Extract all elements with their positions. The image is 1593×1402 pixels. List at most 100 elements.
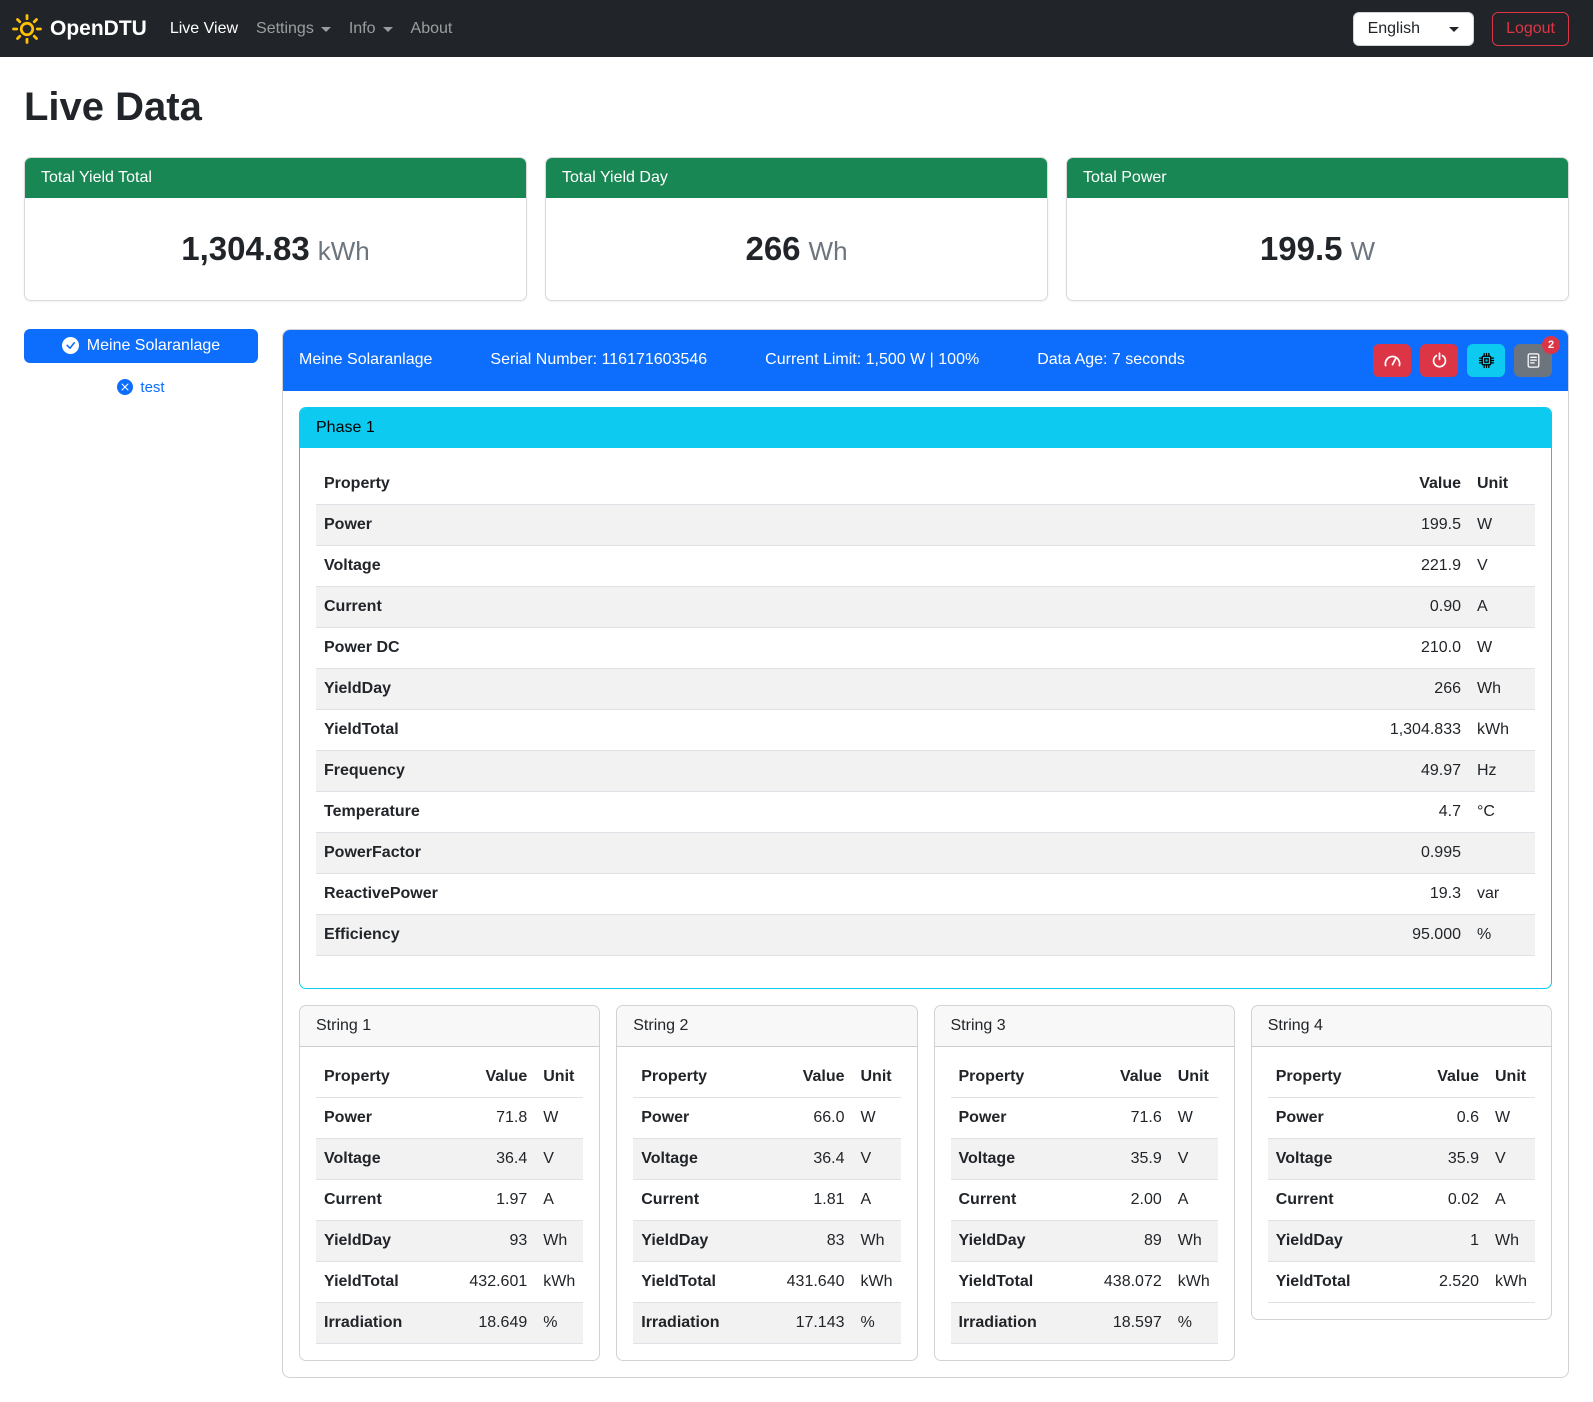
value-cell: 1: [1402, 1220, 1487, 1261]
table-header-row: Property Value Unit: [316, 1057, 583, 1098]
string-card-2: String 2 Property Value Unit: [616, 1005, 917, 1361]
unit-cell: Wh: [1469, 668, 1535, 709]
unit-cell: A: [1487, 1179, 1535, 1220]
unit-cell: A: [535, 1179, 583, 1220]
unit-cell: kWh: [535, 1261, 583, 1302]
column-header-unit: Unit: [1469, 464, 1535, 505]
property-cell: YieldTotal: [1268, 1261, 1402, 1302]
property-cell: YieldDay: [316, 668, 1006, 709]
event-log-button[interactable]: 2: [1514, 344, 1552, 377]
property-cell: Irradiation: [633, 1302, 756, 1343]
brand-link[interactable]: OpenDTU: [12, 13, 147, 45]
limit-settings-button[interactable]: [1373, 344, 1411, 377]
table-row: YieldTotal 438.072 kWh: [951, 1261, 1218, 1302]
string-card-title: String 3: [935, 1006, 1234, 1047]
inverter-select-label: Meine Solaranlage: [87, 337, 220, 355]
nav-about[interactable]: About: [402, 9, 462, 49]
logout-button[interactable]: Logout: [1492, 12, 1569, 46]
property-cell: Voltage: [316, 545, 1006, 586]
column-header-property: Property: [633, 1057, 756, 1098]
table-row: Power 199.5 W: [316, 504, 1535, 545]
table-row: Voltage 36.4 V: [316, 1138, 583, 1179]
property-cell: Current: [951, 1179, 1074, 1220]
value-cell: 36.4: [439, 1138, 535, 1179]
column-header-property: Property: [316, 1057, 439, 1098]
navbar-right: English Logout: [1353, 12, 1569, 46]
phase-card: Phase 1 Property Value Unit: [299, 407, 1552, 989]
string-cards: String 1 Property Value Unit: [299, 1005, 1552, 1361]
summary-card: Total Power 199.5 W: [1066, 157, 1569, 301]
power-icon: [1431, 352, 1448, 369]
nav-live-view[interactable]: Live View: [161, 9, 247, 49]
unit-cell: V: [853, 1138, 901, 1179]
nav-settings[interactable]: Settings: [247, 9, 340, 49]
table-row: Voltage 221.9 V: [316, 545, 1535, 586]
property-cell: ReactivePower: [316, 873, 1006, 914]
nav-info[interactable]: Info: [340, 9, 402, 49]
table-row: ReactivePower 19.3 var: [316, 873, 1535, 914]
string-4-table: Property Value Unit Power: [1268, 1057, 1535, 1303]
property-cell: Power: [1268, 1097, 1402, 1138]
device-info-button[interactable]: [1467, 344, 1505, 377]
unit-cell: kWh: [1170, 1261, 1218, 1302]
table-row: YieldDay 1 Wh: [1268, 1220, 1535, 1261]
event-count-badge: 2: [1542, 336, 1560, 354]
property-cell: Frequency: [316, 750, 1006, 791]
unit-cell: W: [1469, 627, 1535, 668]
table-row: Voltage 35.9 V: [1268, 1138, 1535, 1179]
unit-cell: V: [1170, 1138, 1218, 1179]
table-row: Irradiation 18.649 %: [316, 1302, 583, 1343]
table-row: Irradiation 18.597 %: [951, 1302, 1218, 1343]
column-header-property: Property: [1268, 1057, 1402, 1098]
table-row: Power 0.6 W: [1268, 1097, 1535, 1138]
inverter-select-label: test: [140, 379, 164, 396]
value-cell: 2.520: [1402, 1261, 1487, 1302]
unit-cell: V: [535, 1138, 583, 1179]
value-cell: 432.601: [439, 1261, 535, 1302]
table-row: Irradiation 17.143 %: [633, 1302, 900, 1343]
check-circle-icon: [62, 337, 79, 354]
unit-cell: %: [1170, 1302, 1218, 1343]
property-cell: Irradiation: [316, 1302, 439, 1343]
value-cell: 18.597: [1073, 1302, 1169, 1343]
table-row: Frequency 49.97 Hz: [316, 750, 1535, 791]
sun-logo-icon: [12, 14, 42, 44]
summary-unit: kWh: [318, 236, 370, 266]
column-header-unit: Unit: [1487, 1057, 1535, 1098]
table-row: YieldTotal 431.640 kWh: [633, 1261, 900, 1302]
column-header-value: Value: [1402, 1057, 1487, 1098]
language-select[interactable]: English: [1353, 12, 1474, 46]
value-cell: 66.0: [756, 1097, 852, 1138]
table-header-row: Property Value Unit: [633, 1057, 900, 1098]
inverter-select-meine-solaranlage[interactable]: Meine Solaranlage: [24, 329, 258, 363]
table-row: Current 1.97 A: [316, 1179, 583, 1220]
string-card-1: String 1 Property Value Unit: [299, 1005, 600, 1361]
summary-value: 199.5: [1260, 230, 1343, 267]
nav-info-label: Info: [349, 17, 376, 41]
value-cell: 49.97: [1006, 750, 1469, 791]
property-cell: YieldTotal: [951, 1261, 1074, 1302]
value-cell: 1.97: [439, 1179, 535, 1220]
property-cell: Voltage: [951, 1138, 1074, 1179]
inverter-current-limit: Current Limit: 1,500 W | 100%: [765, 348, 979, 372]
summary-card: Total Yield Total 1,304.83kWh: [24, 157, 527, 301]
inverter-data-age: Data Age: 7 seconds: [1037, 348, 1185, 372]
unit-cell: W: [1469, 504, 1535, 545]
unit-cell: var: [1469, 873, 1535, 914]
string-3-table: Property Value Unit Power: [951, 1057, 1218, 1344]
table-row: YieldDay 266 Wh: [316, 668, 1535, 709]
summary-unit: W: [1351, 236, 1376, 266]
table-row: YieldTotal 2.520 kWh: [1268, 1261, 1535, 1302]
table-row: Efficiency 95.000 %: [316, 914, 1535, 955]
value-cell: 36.4: [756, 1138, 852, 1179]
value-cell: 266: [1006, 668, 1469, 709]
brand-label: OpenDTU: [50, 13, 147, 45]
power-settings-button[interactable]: [1420, 344, 1458, 377]
string-1-table: Property Value Unit Power: [316, 1057, 583, 1344]
column-header-value: Value: [1073, 1057, 1169, 1098]
inverter-select-test[interactable]: test: [24, 379, 258, 396]
unit-cell: W: [853, 1097, 901, 1138]
summary-card-title: Total Power: [1067, 158, 1568, 198]
value-cell: 4.7: [1006, 791, 1469, 832]
property-cell: YieldTotal: [633, 1261, 756, 1302]
